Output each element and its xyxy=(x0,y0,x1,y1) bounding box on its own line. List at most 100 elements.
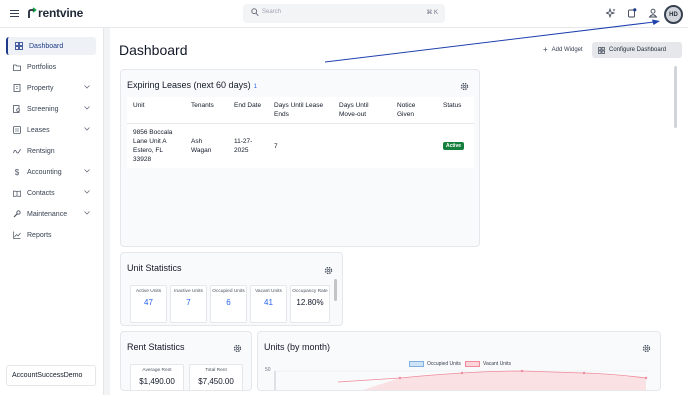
units-by-month-widget: Units (by month) Occupied Units Vacant U… xyxy=(257,331,661,391)
avatar[interactable]: HD xyxy=(664,5,683,24)
table-header-row: Unit Tenants End Date Days Until Lease E… xyxy=(127,97,474,124)
sidebar-item-reports[interactable]: Reports xyxy=(6,226,96,244)
column-header: Tenants xyxy=(185,97,228,124)
widget-title: Expiring Leases (next 60 days) 1 xyxy=(127,80,257,90)
stat-value: 41 xyxy=(264,298,273,307)
sidebar-item-label: Dashboard xyxy=(29,42,64,50)
gear-icon[interactable] xyxy=(324,266,333,275)
legend-swatch xyxy=(409,361,424,367)
legend-label: Occupied Units xyxy=(427,361,461,367)
grid-icon xyxy=(15,42,23,50)
column-header: Days Until Move-out xyxy=(333,97,391,124)
sidebar-item-contacts[interactable]: Contacts xyxy=(6,184,96,202)
stat-average-rent[interactable]: Average Rent $1,490.00 xyxy=(130,364,184,390)
chevron-down-icon xyxy=(84,85,90,89)
legend-vacant[interactable]: Vacant Units xyxy=(465,361,511,367)
chevron-down-icon xyxy=(84,169,90,173)
tenant-link[interactable]: Ash Wagan xyxy=(185,124,228,169)
vacant-point xyxy=(460,371,464,375)
widget-title-text: Expiring Leases (next 60 days) xyxy=(127,80,251,90)
sidebar-item-label: Contacts xyxy=(27,189,55,197)
stat-active-units[interactable]: Active Units 47 xyxy=(130,285,167,323)
document-search-icon xyxy=(13,105,21,113)
logo-mark-icon xyxy=(28,7,37,18)
sidebar-item-dashboard[interactable]: Dashboard xyxy=(6,37,96,55)
lease-icon xyxy=(13,126,21,134)
folder-icon xyxy=(13,63,21,71)
page-title: Dashboard xyxy=(119,42,188,58)
add-widget-button[interactable]: + Add Widget xyxy=(543,45,583,54)
expiring-leases-widget: Expiring Leases (next 60 days) 1 Unit Ten… xyxy=(120,69,480,247)
menu-icon[interactable] xyxy=(10,10,19,17)
configure-dashboard-label: Configure Dashboard xyxy=(609,47,667,53)
stat-inactive-units[interactable]: Inactive Units 7 xyxy=(170,285,207,323)
stat-label: Vacant Units xyxy=(255,289,282,294)
sidebar-item-label: Property xyxy=(27,84,54,92)
stat-vacant-units[interactable]: Vacant Units 41 xyxy=(250,285,287,323)
stat-value: $1,490.00 xyxy=(139,377,175,386)
stat-total-rent[interactable]: Total Rent $7,450.00 xyxy=(189,364,243,390)
vacant-point xyxy=(582,371,586,375)
grid-icon xyxy=(598,46,605,54)
chevron-down-icon xyxy=(84,106,90,110)
days-until-move-out xyxy=(333,124,391,169)
sidebar-item-property[interactable]: Property xyxy=(6,79,96,97)
column-header: Unit xyxy=(127,97,185,124)
sidebar-item-label: Portfolios xyxy=(27,63,57,71)
logo[interactable]: rentvine xyxy=(27,6,83,20)
sidebar-item-rentsign[interactable]: Rentsign xyxy=(6,142,96,160)
top-bar: rentvine Search ⌘ K HD xyxy=(0,0,688,28)
sparkle-icon[interactable] xyxy=(606,8,616,18)
stat-label: Average Rent xyxy=(142,368,172,373)
widget-title: Rent Statistics xyxy=(127,342,185,352)
expiring-leases-table: Unit Tenants End Date Days Until Lease E… xyxy=(127,97,474,168)
chevron-down-icon xyxy=(84,211,90,215)
gear-icon[interactable] xyxy=(460,82,469,91)
widget-scrollbar[interactable] xyxy=(334,279,337,301)
widget-title: Unit Statistics xyxy=(127,263,182,273)
sidebar-item-label: Rentsign xyxy=(27,147,55,155)
search-shortcut: ⌘ K xyxy=(426,10,438,16)
column-header: Days Until Lease Ends xyxy=(268,97,333,124)
account-switcher[interactable]: AccountSuccessDemo xyxy=(6,365,96,386)
vacant-point xyxy=(644,376,648,380)
unit-link[interactable]: 9856 Boccala Lane Unit A Estero, FL 3392… xyxy=(127,124,185,169)
stat-value: 12.80% xyxy=(296,298,324,307)
chevron-down-icon xyxy=(84,190,90,194)
sidebar-item-label: Reports xyxy=(27,231,52,239)
days-until-lease-ends: 7 xyxy=(274,142,278,150)
stat-value: 6 xyxy=(226,298,231,307)
sidebar: Dashboard Portfolios Property Screening … xyxy=(0,28,104,395)
configure-dashboard-button[interactable]: Configure Dashboard xyxy=(592,42,682,58)
user-icon[interactable] xyxy=(648,8,658,18)
notice-given xyxy=(391,124,437,169)
stat-label: Inactive Units xyxy=(174,289,203,294)
sidebar-item-label: Maintenance xyxy=(27,210,68,218)
column-header: Notice Given xyxy=(391,97,437,124)
stat-label: Active Units xyxy=(135,289,162,294)
sidebar-item-screening[interactable]: Screening xyxy=(6,100,96,118)
stat-occupied-units[interactable]: Occupied Units 6 xyxy=(210,285,247,323)
vacant-point xyxy=(520,369,524,373)
sidebar-item-label: Screening xyxy=(27,105,59,113)
sidebar-item-accounting[interactable]: $ Accounting xyxy=(6,163,96,181)
chevron-down-icon xyxy=(84,127,90,131)
sidebar-item-maintenance[interactable]: Maintenance xyxy=(6,205,96,223)
units-chart xyxy=(274,369,648,390)
stat-value: 7 xyxy=(186,298,191,307)
contacts-book-icon xyxy=(13,189,21,197)
lease-count: 1 xyxy=(253,84,257,90)
search-input[interactable]: Search ⌘ K xyxy=(243,4,445,23)
gear-icon[interactable] xyxy=(233,344,242,353)
sidebar-item-leases[interactable]: Leases xyxy=(6,121,96,139)
chart-line-icon xyxy=(13,231,21,239)
legend-swatch xyxy=(465,361,480,367)
gear-icon[interactable] xyxy=(642,344,651,353)
notification-icon[interactable] xyxy=(627,8,637,18)
vacant-point xyxy=(398,376,402,380)
sidebar-item-portfolios[interactable]: Portfolios xyxy=(6,58,96,76)
dollar-icon: $ xyxy=(14,167,20,177)
column-header: Status xyxy=(437,97,474,124)
page-scrollbar[interactable] xyxy=(674,66,677,128)
legend-occupied[interactable]: Occupied Units xyxy=(409,361,461,367)
